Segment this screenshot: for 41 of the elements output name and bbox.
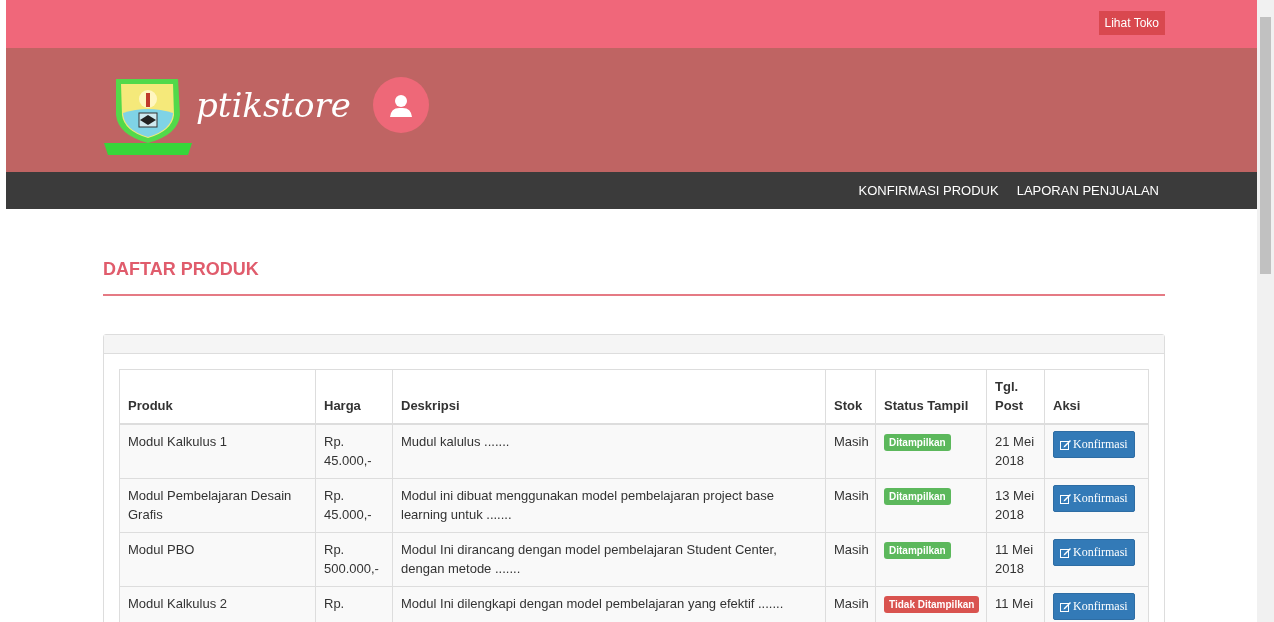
page-title: DAFTAR PRODUK bbox=[103, 259, 1165, 296]
table-cell: Masih bbox=[825, 424, 876, 479]
confirm-button[interactable]: Konfirmasi bbox=[1053, 593, 1135, 620]
table-cell: Modul Kalkulus 1 bbox=[119, 424, 316, 479]
column-header: Stok bbox=[825, 369, 876, 424]
column-header: Harga bbox=[315, 369, 393, 424]
table-cell: 21 Mei 2018 bbox=[986, 424, 1045, 479]
status-label: Ditampilkan bbox=[884, 488, 951, 505]
table-cell: Modul PBO bbox=[119, 532, 316, 587]
column-header: Produk bbox=[119, 369, 316, 424]
table-cell: Mudul kalulus ....... bbox=[392, 424, 826, 479]
column-header: Deskripsi bbox=[392, 369, 826, 424]
table-cell: Rp. 500.000,- bbox=[315, 532, 393, 587]
table-cell: Rp. 45.000,- bbox=[315, 478, 393, 533]
column-header: Aksi bbox=[1044, 369, 1149, 424]
table-cell: 11 Mei 2018 bbox=[986, 532, 1045, 587]
scrollbar[interactable] bbox=[1257, 0, 1274, 622]
brand-name: ptikstore bbox=[196, 85, 351, 125]
confirm-button[interactable]: Konfirmasi bbox=[1053, 485, 1135, 512]
table-cell: Modul Kalkulus 2 bbox=[119, 586, 316, 622]
column-header: Tgl. Post bbox=[986, 369, 1045, 424]
nav-link[interactable]: KONFIRMASI PRODUK bbox=[858, 183, 999, 198]
edit-icon bbox=[1060, 601, 1071, 612]
status-label: Tidak Ditampilkan bbox=[884, 596, 980, 613]
status-label: Ditampilkan bbox=[884, 434, 951, 451]
edit-icon bbox=[1060, 493, 1071, 504]
status-label: Ditampilkan bbox=[884, 542, 951, 559]
edit-icon bbox=[1060, 547, 1071, 558]
table-cell: 13 Mei 2018 bbox=[986, 478, 1045, 533]
confirm-button[interactable]: Konfirmasi bbox=[1053, 539, 1135, 566]
edit-icon bbox=[1060, 439, 1071, 450]
table-cell: Rp. 45.000,- bbox=[315, 424, 393, 479]
table-cell: Modul ini dibuat menggunakan model pembelajaran project base learning untuk ....... bbox=[392, 478, 826, 533]
table-cell: Modul Pembelajaran Desain Grafis bbox=[119, 478, 316, 533]
view-store-button[interactable]: Lihat Toko bbox=[1098, 11, 1165, 35]
confirm-button[interactable]: Konfirmasi bbox=[1053, 431, 1135, 458]
nav-link[interactable]: LAPORAN PENJUALAN bbox=[1016, 183, 1159, 198]
table-cell: Modul Ini dirancang dengan model pembelajaran Student Center, dengan metode ....... bbox=[392, 532, 826, 587]
table-cell: Masih bbox=[825, 478, 876, 533]
column-header: Status Tampil bbox=[875, 369, 987, 424]
table-cell: Masih bbox=[825, 532, 876, 587]
